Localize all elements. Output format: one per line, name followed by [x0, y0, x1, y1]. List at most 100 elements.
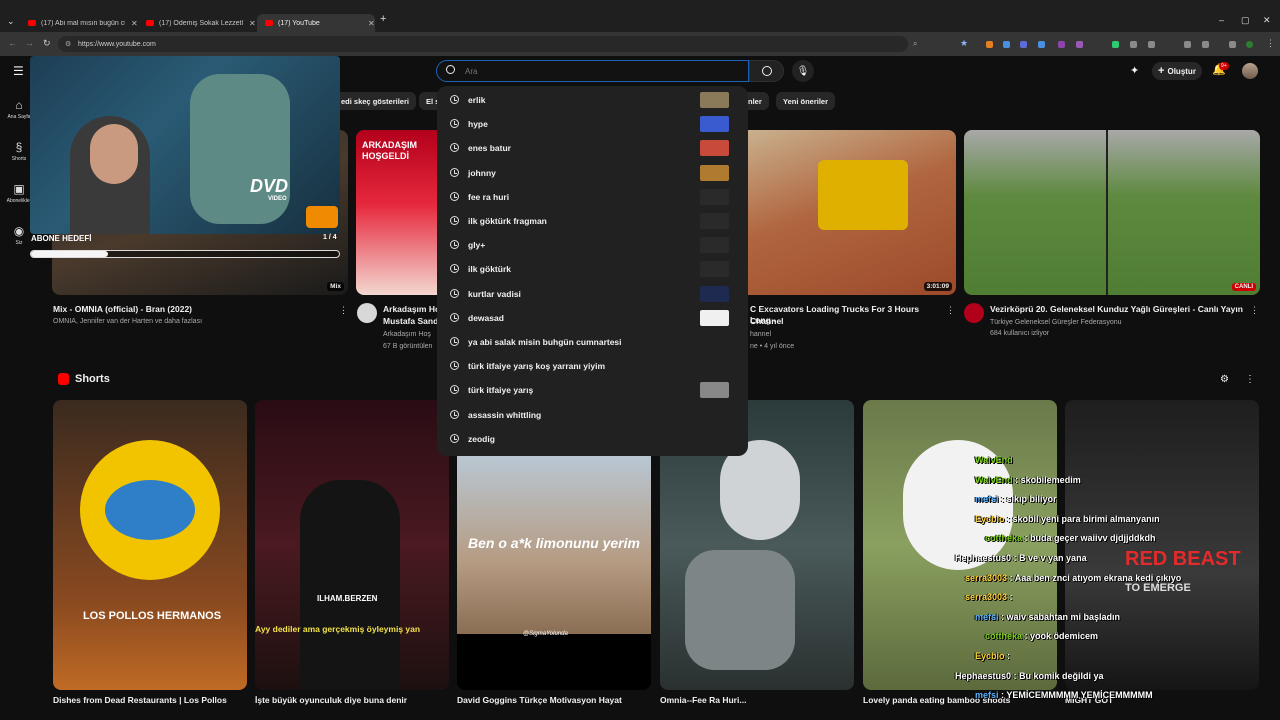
video-title-line2[interactable]: Mustafa Sand: [383, 316, 438, 327]
search-suggestion[interactable]: johnny: [437, 161, 748, 185]
search-suggestion[interactable]: ilk göktürk: [437, 257, 748, 281]
short-card[interactable]: [863, 400, 1057, 690]
close-tab-icon[interactable]: ✕: [131, 19, 138, 28]
search-suggestion[interactable]: ilk göktürk fragman: [437, 209, 748, 233]
extension-icon[interactable]: [1020, 41, 1027, 48]
more-options-icon[interactable]: ⋮: [1245, 374, 1255, 385]
chip-filter[interactable]: Yeni öneriler: [776, 92, 836, 110]
plus-icon: +: [1158, 65, 1165, 77]
browser-tab-1[interactable]: (17) Abi mal mısın bugün cuma ✕: [20, 14, 138, 32]
account-avatar[interactable]: [1242, 63, 1258, 79]
search-button[interactable]: [749, 60, 784, 82]
search-suggestion[interactable]: fee ra huri: [437, 185, 748, 209]
suggestion-text: zeodig: [468, 433, 495, 444]
search-suggestion[interactable]: dewasad: [437, 306, 748, 330]
bookmark-star-icon[interactable]: ★: [960, 38, 968, 49]
tab-title: (17) YouTube: [278, 19, 320, 27]
short-card[interactable]: LOS POLLOS HERMANOS: [53, 400, 247, 690]
search-suggestion[interactable]: ya abi salak misin buhgün cumnartesi: [437, 330, 748, 354]
channel-avatar[interactable]: [964, 303, 984, 323]
site-info-icon[interactable]: ⚙: [65, 40, 71, 48]
extension-icon[interactable]: [1148, 41, 1155, 48]
video-title[interactable]: Vezirköprü 20. Geleneksel Kunduz Yağlı G…: [990, 304, 1245, 315]
search-input[interactable]: Ara: [436, 60, 749, 82]
profile-icon[interactable]: [1246, 41, 1253, 48]
search-suggestion[interactable]: zeodig: [437, 427, 748, 451]
reload-icon[interactable]: ↻: [43, 38, 51, 49]
video-title[interactable]: Mix - OMNIA (official) - Bran (2022): [53, 304, 333, 315]
extensions-puzzle-icon[interactable]: [1202, 41, 1209, 48]
tab-search-icon[interactable]: ⌄: [7, 16, 15, 27]
short-title[interactable]: Omnia--Fee Ra Huri...: [660, 695, 840, 705]
short-card[interactable]: ILHAM.BERZEN Ayy dediler ama gerçekmiş ö…: [255, 400, 449, 690]
video-meta: 67 B görüntülen: [383, 343, 433, 350]
chat-text: : yook ödemicem: [1022, 631, 1099, 642]
more-options-icon[interactable]: ⋮: [946, 305, 955, 316]
browser-tab-3[interactable]: (17) YouTube ✕: [257, 14, 375, 32]
short-title[interactable]: David Goggins Türkçe Motivasyon Hayat: [457, 695, 637, 705]
chat-message: Eycbio : skobil yeni para birimi almanya…: [975, 514, 1160, 524]
video-title[interactable]: Arkadaşım Ho: [383, 304, 440, 315]
shorts-settings-icon[interactable]: ⚙: [1220, 374, 1229, 385]
search-suggestion[interactable]: assassin whittling: [437, 403, 748, 427]
sidebar-item-label: Abonelikler: [6, 198, 32, 204]
chip-filter[interactable]: edi skeç gösterileri: [334, 92, 416, 110]
new-tab-icon[interactable]: +: [380, 13, 386, 25]
zoom-icon[interactable]: ⌕: [913, 39, 917, 49]
short-title[interactable]: İşte büyük oyunculuk diye buna denir: [255, 695, 435, 705]
extension-icon[interactable]: [1058, 41, 1065, 48]
voice-search-button[interactable]: 🎙: [792, 60, 814, 82]
chat-message: serra3003 : Aaa ben znci atıyom ekrana k…: [965, 573, 1181, 583]
short-title[interactable]: Dishes from Dead Restaurants | Los Pollo…: [53, 695, 228, 705]
search-suggestion[interactable]: türk itfaiye yarış: [437, 378, 748, 402]
more-options-icon[interactable]: ⋮: [339, 305, 348, 316]
close-tab-icon[interactable]: ✕: [249, 19, 256, 28]
create-button[interactable]: + Oluştur: [1152, 62, 1202, 80]
history-icon: [450, 312, 459, 322]
extension-icon[interactable]: [1229, 41, 1236, 48]
browser-menu-icon[interactable]: ⋮: [1266, 38, 1275, 49]
suggestion-text: assassin whittling: [468, 409, 542, 420]
search-suggestion[interactable]: gly+: [437, 233, 748, 257]
shorts-section-title: Shorts: [75, 373, 110, 385]
search-suggestion[interactable]: türk itfaiye yarış koş yarranı yiyim: [437, 354, 748, 378]
search-suggestion[interactable]: hype: [437, 112, 748, 136]
minimize-icon[interactable]: –: [1219, 15, 1224, 25]
extension-icon[interactable]: [1076, 41, 1083, 48]
extension-icon[interactable]: [1184, 41, 1191, 48]
channel-avatar[interactable]: [357, 303, 377, 323]
search-suggestion[interactable]: erlik: [437, 88, 748, 112]
video-thumbnail[interactable]: CANLI: [964, 130, 1260, 295]
channel-name[interactable]: Türkiye Geleneksel Güreşler Federasyonu: [990, 317, 1122, 328]
history-icon: [450, 191, 459, 201]
search-suggestion[interactable]: enes batur: [437, 136, 748, 160]
close-tab-icon[interactable]: ✕: [368, 19, 375, 28]
channel-name[interactable]: hannel: [750, 329, 771, 340]
extension-icon[interactable]: [1130, 41, 1137, 48]
forward-icon[interactable]: →: [25, 38, 34, 48]
hamburger-menu-icon[interactable]: ☰: [13, 64, 24, 78]
close-window-icon[interactable]: ✕: [1263, 15, 1271, 26]
short-overlay-caption: Ayy dediler ama gerçekmiş öyleymiş yan: [255, 624, 421, 634]
video-thumbnail[interactable]: 3:01:09: [748, 130, 956, 295]
extension-icon[interactable]: [1003, 41, 1010, 48]
extension-icon[interactable]: [1112, 41, 1119, 48]
maximize-icon[interactable]: ▢: [1241, 15, 1250, 26]
extension-icon[interactable]: [1038, 41, 1045, 48]
more-options-icon[interactable]: ⋮: [1250, 305, 1259, 316]
short-card[interactable]: RED BEAST TO EMERGE: [1065, 400, 1259, 690]
notification-badge: 9+: [1219, 62, 1229, 70]
browser-tab-2[interactable]: (17) Ödemiş Sokak Lezzetleri | ✕: [138, 14, 256, 32]
subscriber-goal-bar: [30, 250, 340, 258]
search-suggestion[interactable]: kurtlar vadisi: [437, 282, 748, 306]
cast-icon[interactable]: ✦: [1130, 64, 1139, 77]
video-thumbnail[interactable]: ARKADAŞIM HOŞGELDİ: [356, 130, 441, 295]
chat-message: mefsi : waiv sabahtan mi başladın: [975, 612, 1120, 622]
extension-icon[interactable]: [986, 41, 993, 48]
channel-name[interactable]: Arkadaşım Hoş: [383, 329, 431, 340]
chat-username: mefsi: [975, 690, 999, 701]
video-title-line2[interactable]: Channel: [750, 316, 784, 327]
back-icon[interactable]: ←: [8, 38, 17, 48]
address-bar[interactable]: ⚙ https://www.youtube.com ⌕ ★: [58, 36, 968, 52]
suggestion-text: kurtlar vadisi: [468, 288, 521, 299]
